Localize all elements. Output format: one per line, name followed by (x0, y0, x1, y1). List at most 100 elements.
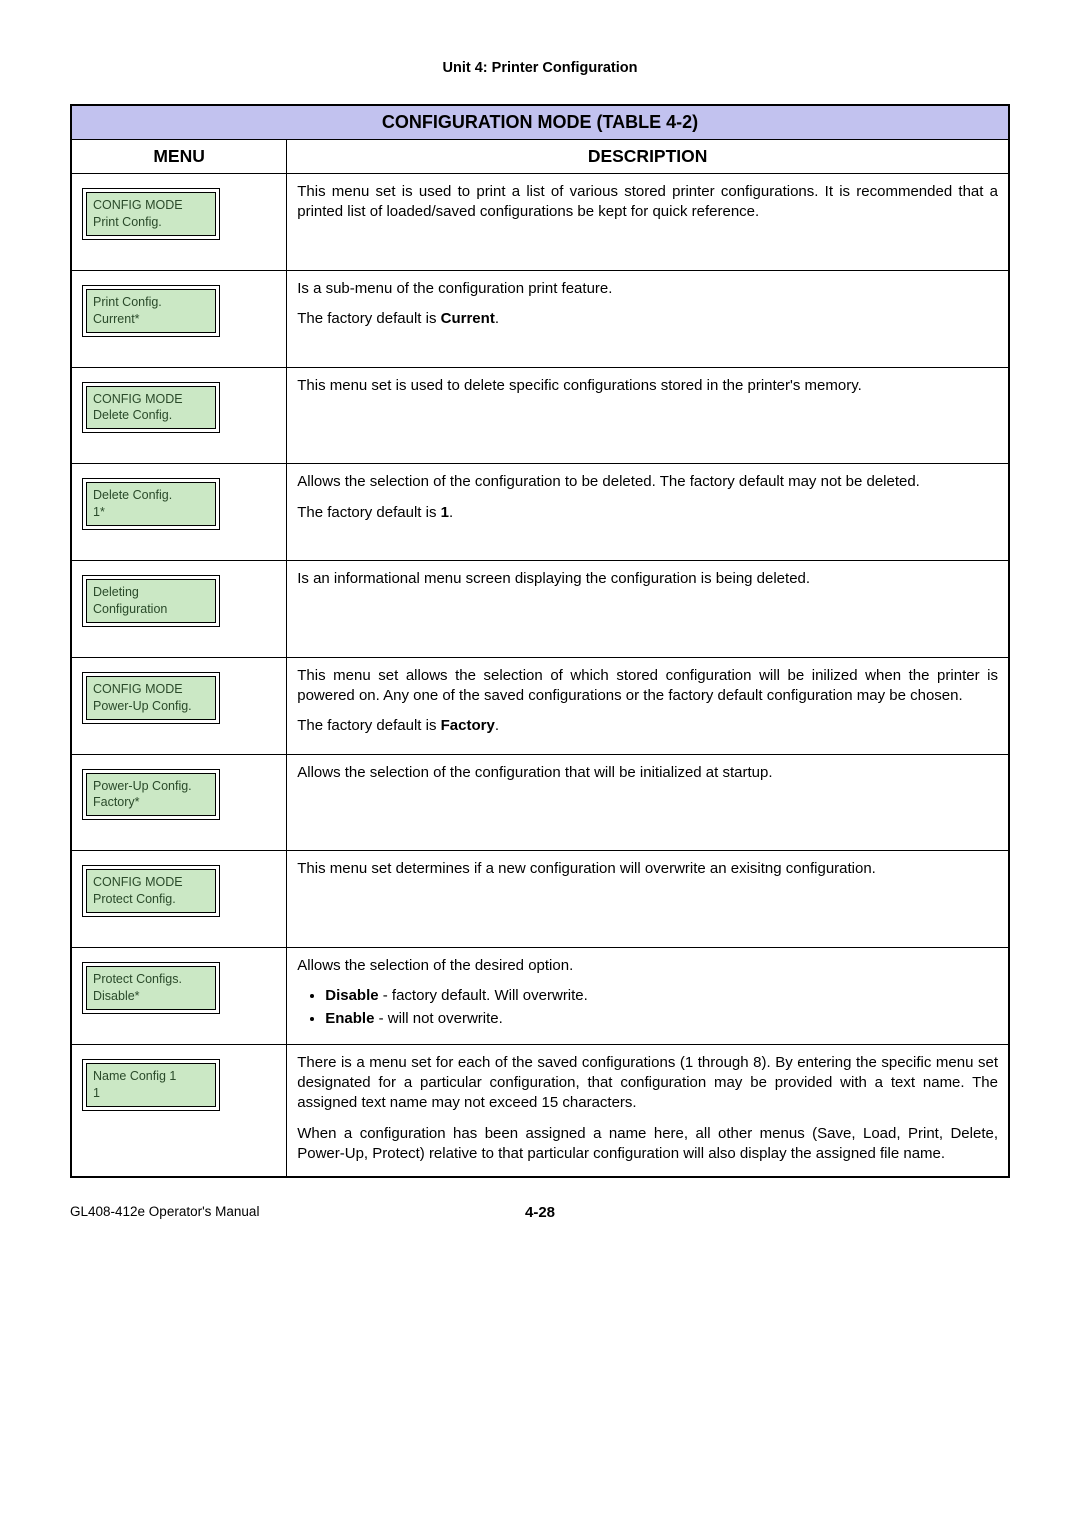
menu-button: Delete Config. 1* (82, 478, 220, 530)
description-text: This menu set is used to delete specific… (297, 376, 998, 396)
description-cell: This menu set is used to print a list of… (287, 174, 1009, 271)
menu-cell: CONFIG MODE Delete Config. (71, 367, 287, 464)
description-cell: Is a sub-menu of the configuration print… (287, 270, 1009, 367)
menu-button: CONFIG MODE Delete Config. (82, 382, 220, 434)
description-text: Allows the selection of the configuratio… (297, 472, 998, 492)
menu-line: CONFIG MODE (93, 875, 183, 889)
menu-line: 1 (93, 1086, 100, 1100)
description-text: Allows the selection of the configuratio… (297, 763, 998, 783)
table-row: Power-Up Config. Factory* Allows the sel… (71, 754, 1009, 851)
description-text: The factory default is 1. (297, 503, 998, 523)
unit-header: Unit 4: Printer Configuration (70, 60, 1010, 76)
text-span: . (495, 310, 499, 327)
menu-button: Print Config. Current* (82, 285, 220, 337)
description-cell: Allows the selection of the configuratio… (287, 464, 1009, 561)
description-text: The factory default is Current. (297, 309, 998, 329)
text-span: - will not overwrite. (374, 1010, 502, 1027)
description-cell: Allows the selection of the desired opti… (287, 948, 1009, 1045)
bullet-list: Disable - factory default. Will overwrit… (297, 986, 998, 1029)
table-row: CONFIG MODE Delete Config. This menu set… (71, 367, 1009, 464)
menu-cell: Print Config. Current* (71, 270, 287, 367)
menu-line: Power-Up Config. (93, 779, 192, 793)
menu-button: CONFIG MODE Power-Up Config. (82, 672, 220, 724)
description-text: This menu set determines if a new config… (297, 859, 998, 879)
menu-line: CONFIG MODE (93, 392, 183, 406)
table-row: CONFIG MODE Protect Config. This menu se… (71, 851, 1009, 948)
column-header-menu: MENU (71, 140, 287, 174)
menu-cell: CONFIG MODE Power-Up Config. (71, 657, 287, 754)
column-header-description: DESCRIPTION (287, 140, 1009, 174)
bullet-item: Disable - factory default. Will overwrit… (325, 986, 998, 1006)
menu-line: 1* (93, 505, 105, 519)
bold-value: Enable (325, 1010, 374, 1027)
bold-value: Current (441, 310, 495, 327)
menu-line: Disable* (93, 989, 140, 1003)
menu-cell: Delete Config. 1* (71, 464, 287, 561)
description-text: The factory default is Factory. (297, 716, 998, 736)
bold-value: Disable (325, 987, 378, 1004)
table-row: CONFIG MODE Power-Up Config. This menu s… (71, 657, 1009, 754)
description-cell: There is a menu set for each of the save… (287, 1044, 1009, 1177)
table-row: Delete Config. 1* Allows the selection o… (71, 464, 1009, 561)
description-text: When a configuration has been assigned a… (297, 1124, 998, 1165)
description-text: This menu set is used to print a list of… (297, 182, 998, 223)
description-cell: This menu set allows the selection of wh… (287, 657, 1009, 754)
menu-button: Name Config 1 1 (82, 1059, 220, 1111)
menu-line: CONFIG MODE (93, 682, 183, 696)
description-cell: Is an informational menu screen displayi… (287, 561, 1009, 658)
menu-button-inner: CONFIG MODE Power-Up Config. (86, 676, 216, 720)
menu-button-inner: Print Config. Current* (86, 289, 216, 333)
text-span: The factory default is (297, 310, 440, 327)
menu-button: CONFIG MODE Protect Config. (82, 865, 220, 917)
menu-line: Protect Config. (93, 892, 176, 906)
text-span: The factory default is (297, 717, 440, 734)
table-title: CONFIGURATION MODE (TABLE 4-2) (71, 105, 1009, 140)
text-span: . (449, 504, 453, 521)
table-row: Print Config. Current* Is a sub-menu of … (71, 270, 1009, 367)
description-text: Allows the selection of the desired opti… (297, 956, 998, 976)
menu-button-inner: Protect Configs. Disable* (86, 966, 216, 1010)
description-text: There is a menu set for each of the save… (297, 1053, 998, 1114)
description-cell: Allows the selection of the configuratio… (287, 754, 1009, 851)
footer-page-number: 4-28 (525, 1204, 555, 1221)
menu-cell: CONFIG MODE Protect Config. (71, 851, 287, 948)
menu-line: Delete Config. (93, 488, 172, 502)
menu-button-inner: Delete Config. 1* (86, 482, 216, 526)
menu-button-inner: CONFIG MODE Protect Config. (86, 869, 216, 913)
table-row: CONFIG MODE Print Config. This menu set … (71, 174, 1009, 271)
text-span: The factory default is (297, 504, 440, 521)
configuration-mode-table: CONFIGURATION MODE (TABLE 4-2) MENU DESC… (70, 104, 1010, 1178)
description-cell: This menu set is used to delete specific… (287, 367, 1009, 464)
table-row: Protect Configs. Disable* Allows the sel… (71, 948, 1009, 1045)
description-cell: This menu set determines if a new config… (287, 851, 1009, 948)
menu-line: Delete Config. (93, 408, 172, 422)
menu-line: CONFIG MODE (93, 198, 183, 212)
page-footer: GL408-412e Operator's Manual 4-28 (70, 1204, 1010, 1224)
text-span: - factory default. Will overwrite. (379, 987, 588, 1004)
menu-button-inner: Power-Up Config. Factory* (86, 773, 216, 817)
menu-button-inner: Deleting Configuration (86, 579, 216, 623)
menu-button-inner: CONFIG MODE Print Config. (86, 192, 216, 236)
menu-line: Print Config. (93, 295, 162, 309)
menu-line: Name Config 1 (93, 1069, 176, 1083)
table-row: Name Config 1 1 There is a menu set for … (71, 1044, 1009, 1177)
menu-line: Configuration (93, 602, 167, 616)
description-text: This menu set allows the selection of wh… (297, 666, 998, 707)
menu-line: Deleting (93, 585, 139, 599)
menu-line: Protect Configs. (93, 972, 182, 986)
footer-manual-title: GL408-412e Operator's Manual (70, 1204, 259, 1219)
menu-line: Current* (93, 312, 140, 326)
description-text: Is an informational menu screen displayi… (297, 569, 998, 589)
bullet-item: Enable - will not overwrite. (325, 1009, 998, 1029)
menu-button-inner: CONFIG MODE Delete Config. (86, 386, 216, 430)
menu-button-inner: Name Config 1 1 (86, 1063, 216, 1107)
description-text: Is a sub-menu of the configuration print… (297, 279, 998, 299)
menu-cell: Name Config 1 1 (71, 1044, 287, 1177)
bold-value: Factory (441, 717, 495, 734)
table-row: Deleting Configuration Is an information… (71, 561, 1009, 658)
menu-cell: Protect Configs. Disable* (71, 948, 287, 1045)
menu-line: Factory* (93, 795, 140, 809)
menu-line: Print Config. (93, 215, 162, 229)
menu-cell: CONFIG MODE Print Config. (71, 174, 287, 271)
menu-button: CONFIG MODE Print Config. (82, 188, 220, 240)
